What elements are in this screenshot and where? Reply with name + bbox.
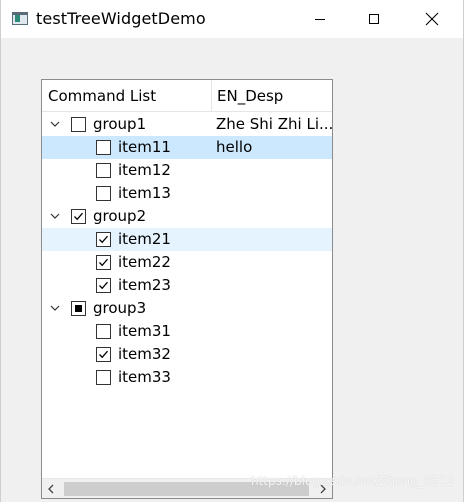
- tree-row-item23[interactable]: item23: [42, 274, 332, 297]
- row-label: group3: [93, 299, 147, 317]
- column-header-en-desp[interactable]: EN_Desp: [212, 80, 332, 112]
- checkbox-item23[interactable]: [96, 278, 111, 293]
- checkbox-item33[interactable]: [96, 370, 111, 385]
- tree-row-group2[interactable]: group2: [42, 205, 332, 228]
- tree-row-item11[interactable]: item11 hello: [42, 136, 332, 159]
- row-desc: Zhe Shi Zhi Li...: [216, 115, 333, 133]
- checkmark-icon: [99, 235, 108, 244]
- main-window: testTreeWidgetDemo Command List EN_Desp …: [0, 0, 464, 502]
- checkbox-item21[interactable]: [96, 232, 111, 247]
- tree-row-item31[interactable]: item31: [42, 320, 332, 343]
- checkbox-item22[interactable]: [96, 255, 111, 270]
- column-header-command-list[interactable]: Command List: [42, 80, 212, 112]
- checkmark-icon: [99, 350, 108, 359]
- checkbox-item12[interactable]: [96, 163, 111, 178]
- tree-row-item33[interactable]: item33: [42, 366, 332, 389]
- title-bar[interactable]: testTreeWidgetDemo: [1, 0, 463, 38]
- close-button[interactable]: [409, 0, 455, 38]
- scroll-left-button[interactable]: [44, 482, 58, 496]
- row-label: group1: [93, 115, 147, 133]
- row-label: item11: [118, 138, 171, 156]
- row-label: group2: [93, 207, 147, 225]
- row-label: item32: [118, 345, 171, 363]
- row-label: item12: [118, 161, 171, 179]
- checkbox-group3[interactable]: [71, 301, 86, 316]
- row-desc: hello: [216, 138, 253, 156]
- row-label: item13: [118, 184, 171, 202]
- window-title: testTreeWidgetDemo: [36, 9, 206, 28]
- minimize-button[interactable]: [297, 0, 343, 38]
- tree-row-item32[interactable]: item32: [42, 343, 332, 366]
- chevron-down-icon[interactable]: [47, 300, 63, 316]
- chevron-down-icon[interactable]: [47, 208, 63, 224]
- row-label: item22: [118, 253, 171, 271]
- checkbox-item11[interactable]: [96, 140, 111, 155]
- chevron-down-icon[interactable]: [47, 116, 63, 132]
- partial-check-icon: [75, 305, 82, 312]
- tree-row-item12[interactable]: item12: [42, 159, 332, 182]
- chevron-left-icon: [48, 484, 54, 494]
- tree-widget[interactable]: Command List EN_Desp group1 Zhe Shi Zhi …: [41, 79, 333, 499]
- maximize-button[interactable]: [351, 0, 397, 38]
- maximize-icon: [369, 14, 379, 24]
- tree-row-group1[interactable]: group1 Zhe Shi Zhi Li...: [42, 113, 332, 136]
- checkbox-item32[interactable]: [96, 347, 111, 362]
- tree-row-item21[interactable]: item21: [42, 228, 332, 251]
- close-icon: [425, 12, 439, 26]
- tree-row-item22[interactable]: item22: [42, 251, 332, 274]
- checkmark-icon: [74, 212, 83, 221]
- checkmark-icon: [99, 258, 108, 267]
- checkbox-item31[interactable]: [96, 324, 111, 339]
- checkbox-group1[interactable]: [71, 117, 86, 132]
- checkbox-item13[interactable]: [96, 186, 111, 201]
- checkmark-icon: [99, 281, 108, 290]
- row-label: item21: [118, 230, 171, 248]
- row-label: item33: [118, 368, 171, 386]
- minimize-icon: [315, 19, 325, 20]
- checkbox-group2[interactable]: [71, 209, 86, 224]
- watermark: https://blog.csdn.net/Zhong_0512: [251, 474, 455, 488]
- row-label: item31: [118, 322, 171, 340]
- tree-row-group3[interactable]: group3: [42, 297, 332, 320]
- app-icon: [12, 12, 28, 25]
- row-label: item23: [118, 276, 171, 294]
- tree-header: Command List EN_Desp: [42, 80, 332, 112]
- tree-row-item13[interactable]: item13: [42, 182, 332, 205]
